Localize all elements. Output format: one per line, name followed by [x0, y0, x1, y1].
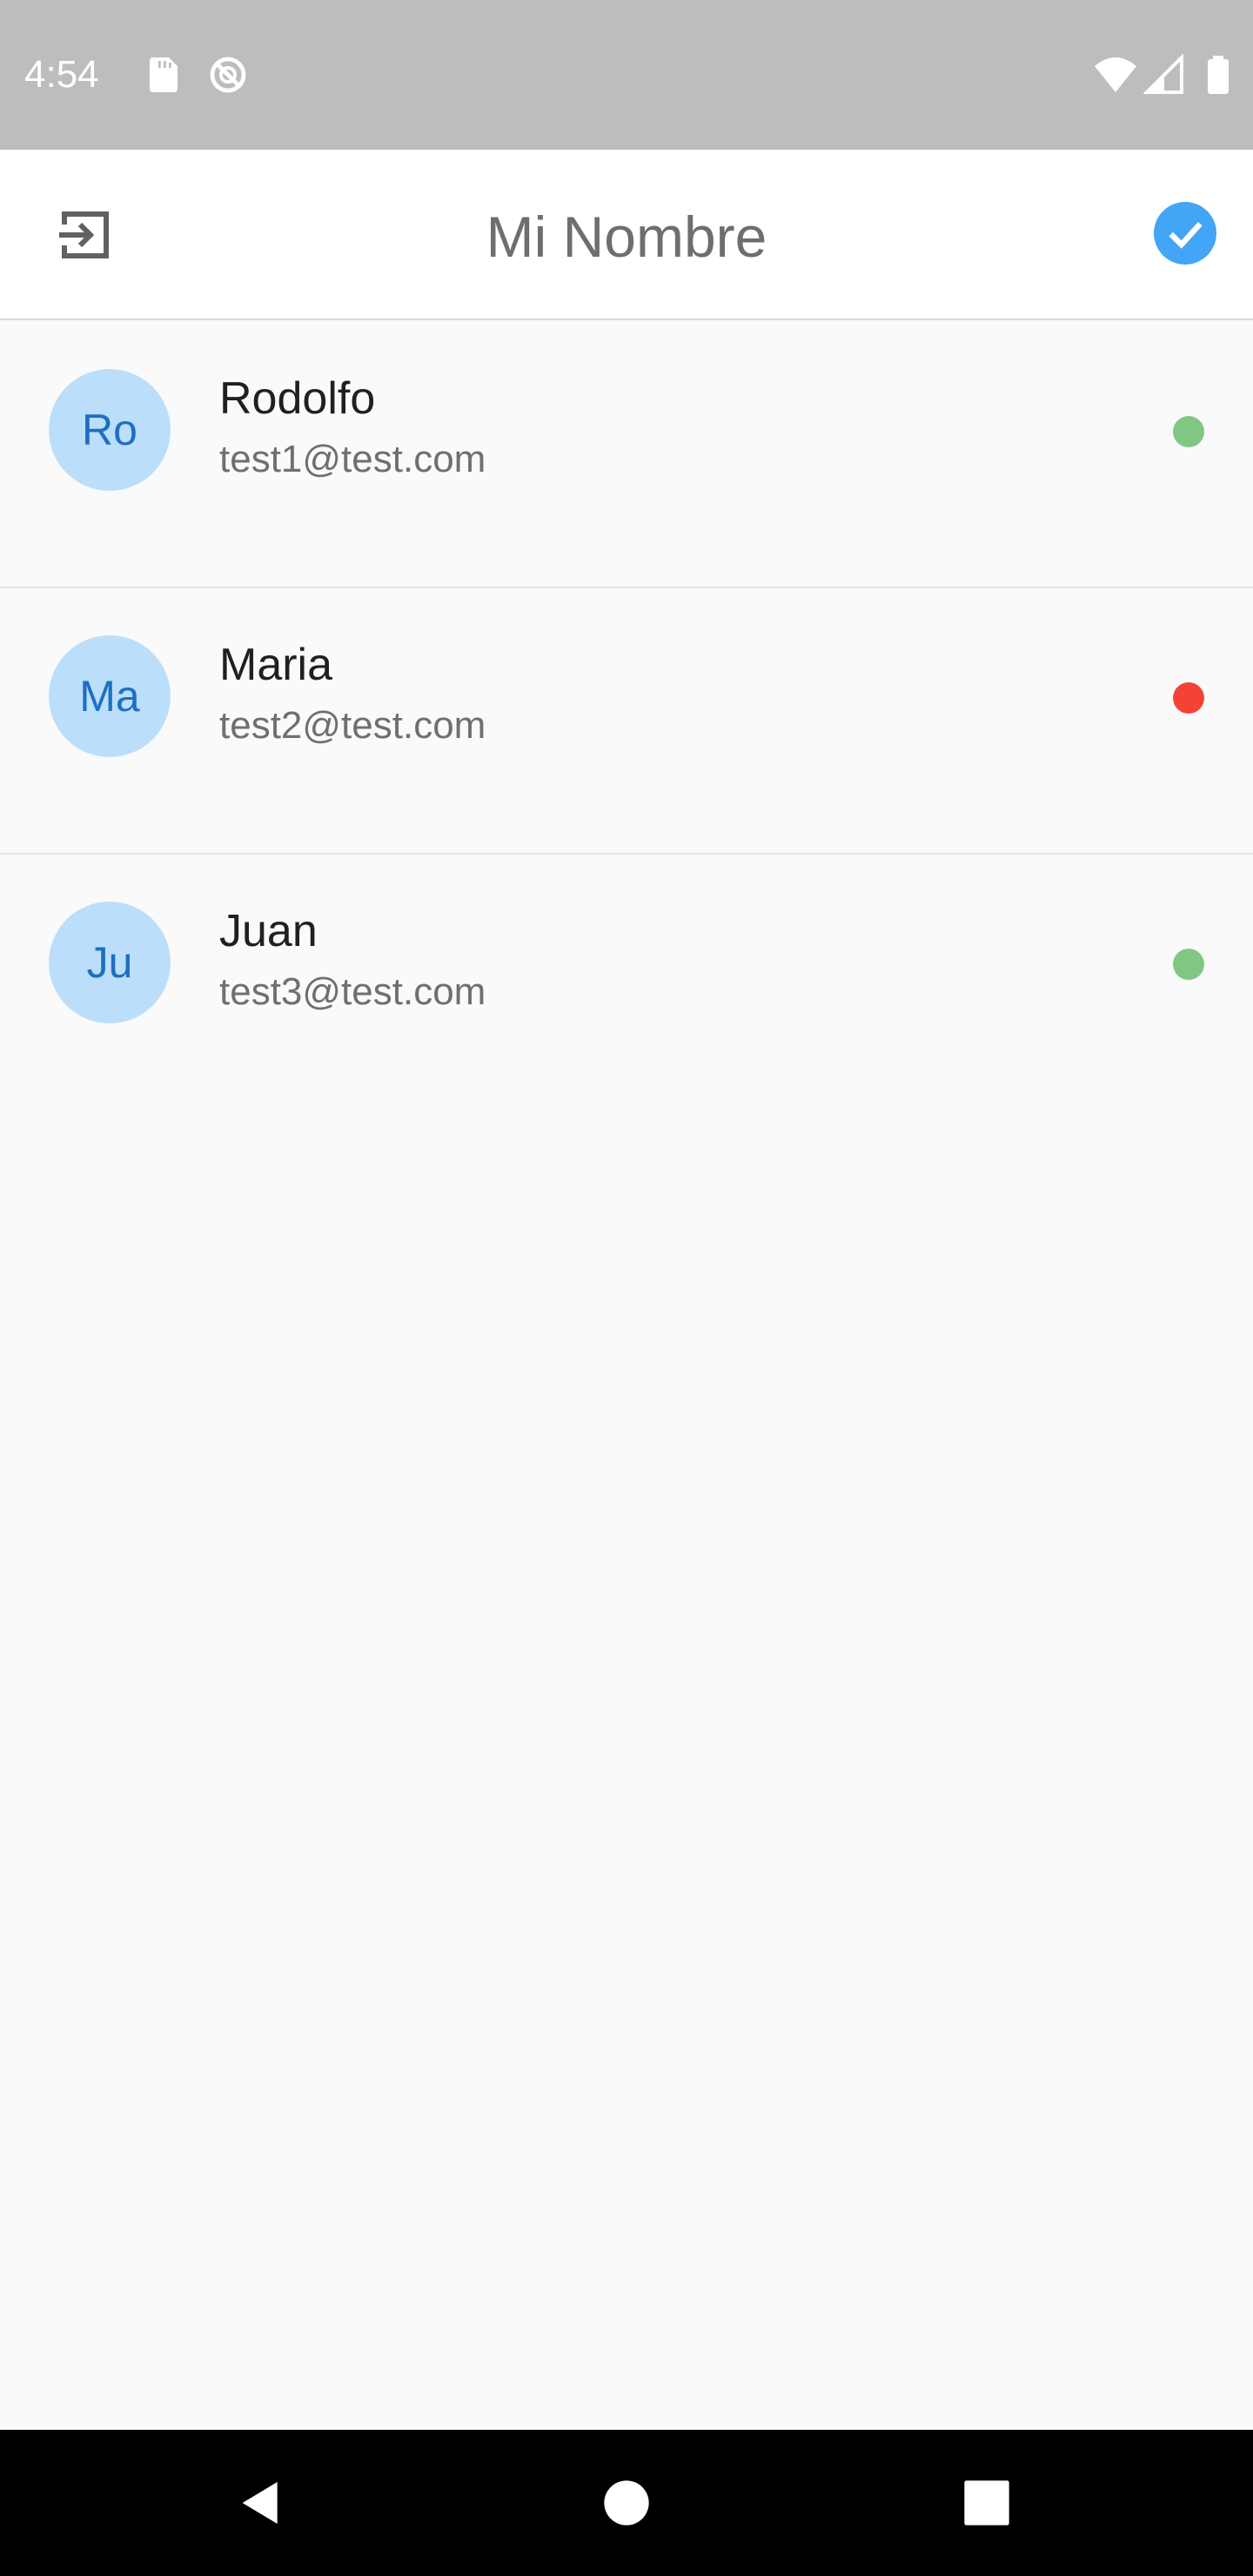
user-name: Maria	[219, 640, 333, 690]
recents-icon	[964, 2480, 1009, 2526]
user-email: test2@test.com	[219, 704, 486, 747]
do-not-disturb-icon	[207, 54, 249, 96]
user-email: test1@test.com	[219, 438, 486, 480]
user-name: Rodolfo	[219, 373, 376, 424]
user-list-item[interactable]: Ju Juan test3@test.com	[0, 855, 1253, 1121]
battery-icon	[1197, 54, 1239, 96]
screen: 4:54 Mi Nombre Ro Rodolfo test1@test.com…	[0, 0, 1253, 2576]
wifi-icon	[1093, 54, 1136, 96]
home-button[interactable]	[592, 2468, 661, 2538]
page-title: Mi Nombre	[486, 205, 767, 269]
offline-status-indicator	[1173, 682, 1204, 714]
avatar: Ma	[49, 635, 171, 757]
avatar: Ju	[49, 902, 171, 1023]
home-icon	[604, 2480, 649, 2526]
navigation-bar	[0, 2430, 1253, 2576]
user-name: Juan	[219, 906, 318, 956]
user-list-item[interactable]: Ma Maria test2@test.com	[0, 588, 1253, 855]
user-list-item[interactable]: Ro Rodolfo test1@test.com	[0, 322, 1253, 588]
online-status-indicator	[1173, 416, 1204, 447]
user-list: Ro Rodolfo test1@test.com Ma Maria test2…	[0, 322, 1253, 1121]
back-icon	[242, 2482, 278, 2524]
confirm-button[interactable]	[1154, 202, 1216, 265]
avatar: Ro	[49, 369, 171, 491]
check-icon	[1169, 221, 1203, 249]
status-bar: 4:54	[0, 0, 1253, 150]
signal-icon	[1142, 53, 1185, 96]
recents-button[interactable]	[952, 2468, 1022, 2538]
status-time: 4:54	[24, 53, 99, 96]
back-button[interactable]	[226, 2468, 296, 2538]
sd-card-icon	[143, 54, 184, 96]
online-status-indicator	[1173, 949, 1204, 980]
app-bar: Mi Nombre	[0, 150, 1253, 320]
user-email: test3@test.com	[219, 970, 486, 1013]
